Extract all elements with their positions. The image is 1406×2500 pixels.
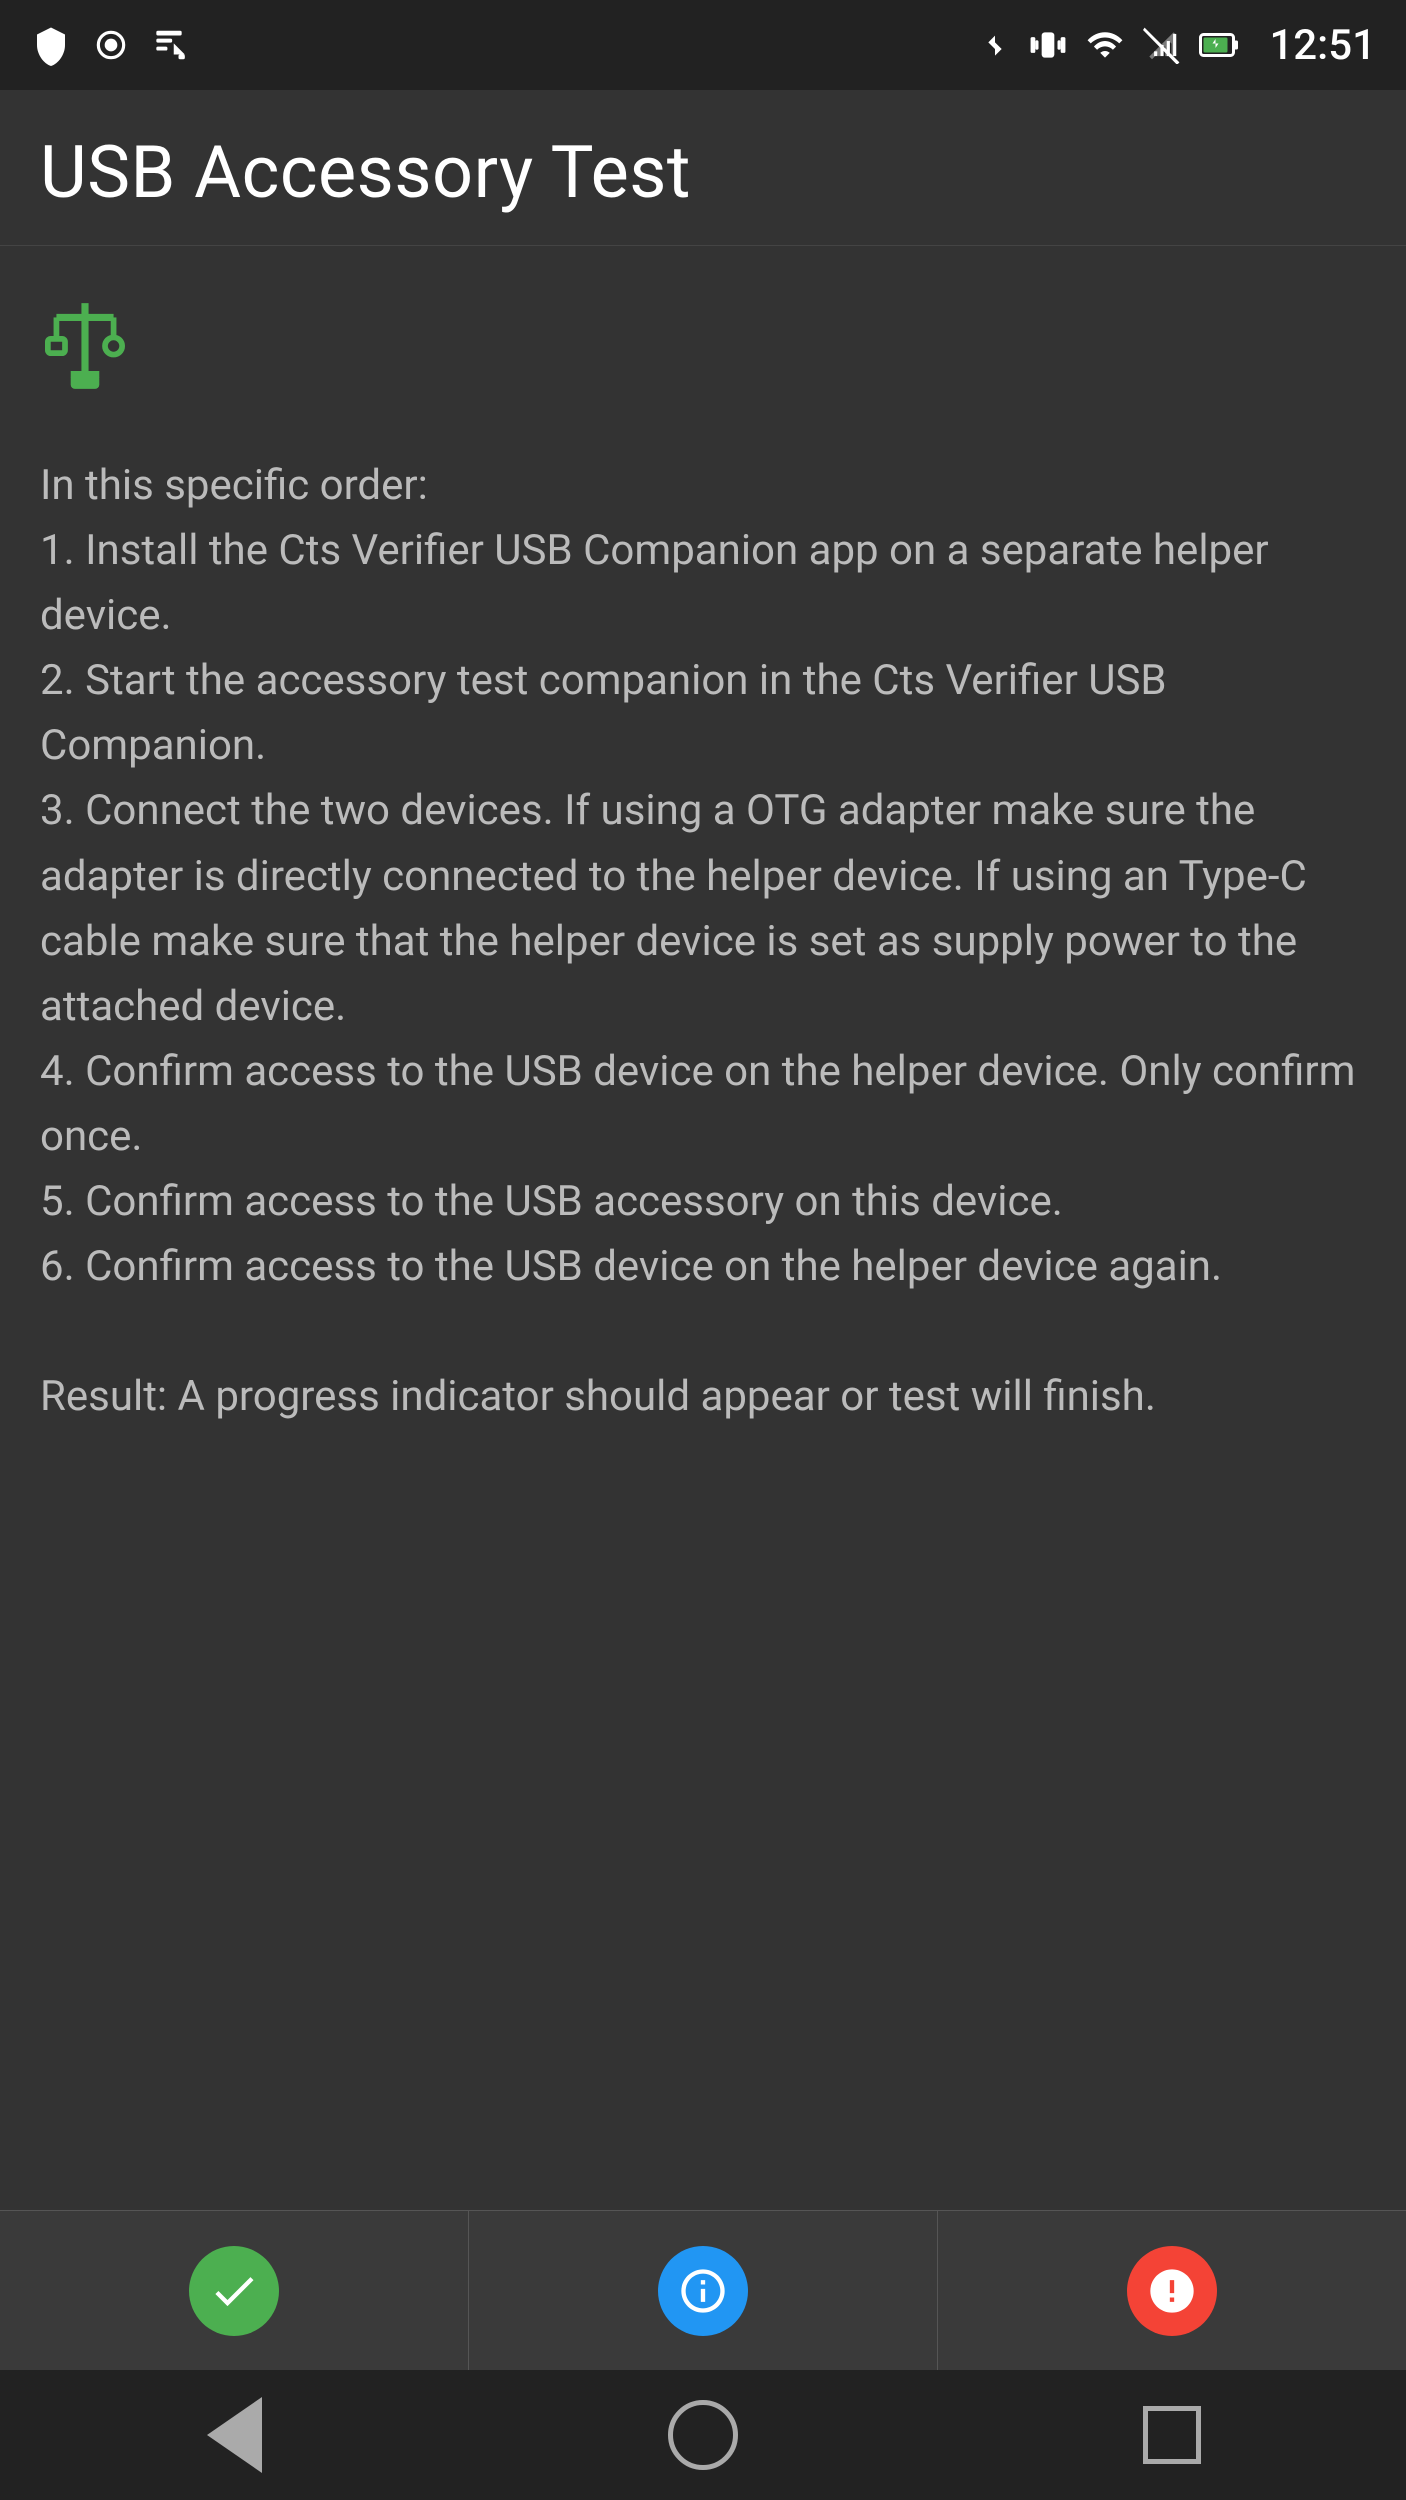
app-bar: USB Accessory Test — [0, 90, 1406, 246]
main-content: In this specific order: 1. Install the C… — [0, 246, 1406, 2210]
recents-icon — [1143, 2406, 1201, 2464]
nav-bar — [0, 2370, 1406, 2500]
signal-off-icon — [1143, 26, 1181, 64]
status-right-icons: 12:51 — [979, 21, 1376, 70]
info-button[interactable] — [469, 2211, 938, 2370]
home-icon — [668, 2400, 738, 2470]
shield-icon — [30, 24, 72, 66]
battery-icon — [1199, 26, 1241, 64]
step-2: 2. Start the accessory test companion in… — [40, 656, 1167, 770]
step-1: 1. Install the Cts Verifier USB Companio… — [40, 526, 1269, 640]
status-left-icons — [30, 24, 188, 66]
intro-text: In this specific order: — [40, 461, 428, 510]
status-time: 12:51 — [1269, 21, 1376, 70]
nav-back-button[interactable] — [194, 2395, 274, 2475]
download-icon — [150, 26, 188, 64]
status-bar: 12:51 — [0, 0, 1406, 90]
instructions-text: In this specific order: 1. Install the C… — [40, 453, 1366, 2180]
pass-button[interactable] — [0, 2211, 469, 2370]
info-icon — [658, 2246, 748, 2336]
step-5: 5. Confirm access to the USB accessory o… — [40, 1177, 1063, 1226]
pass-icon — [189, 2246, 279, 2336]
step-3: 3. Connect the two devices. If using a O… — [40, 786, 1307, 1030]
vibrate-icon — [1029, 26, 1067, 64]
nav-home-button[interactable] — [663, 2395, 743, 2475]
bluetooth-icon — [979, 26, 1011, 64]
usb-icon — [40, 296, 1366, 413]
back-icon — [207, 2397, 262, 2473]
fail-icon — [1127, 2246, 1217, 2336]
bottom-button-bar — [0, 2210, 1406, 2370]
wifi-icon — [1085, 26, 1125, 64]
result-text: Result: A progress indicator should appe… — [40, 1372, 1156, 1421]
page-title: USB Accessory Test — [40, 130, 1366, 215]
step-4: 4. Confirm access to the USB device on t… — [40, 1047, 1355, 1161]
nav-recents-button[interactable] — [1132, 2395, 1212, 2475]
record-icon — [92, 26, 130, 64]
fail-button[interactable] — [938, 2211, 1406, 2370]
step-6: 6. Confirm access to the USB device on t… — [40, 1242, 1222, 1291]
